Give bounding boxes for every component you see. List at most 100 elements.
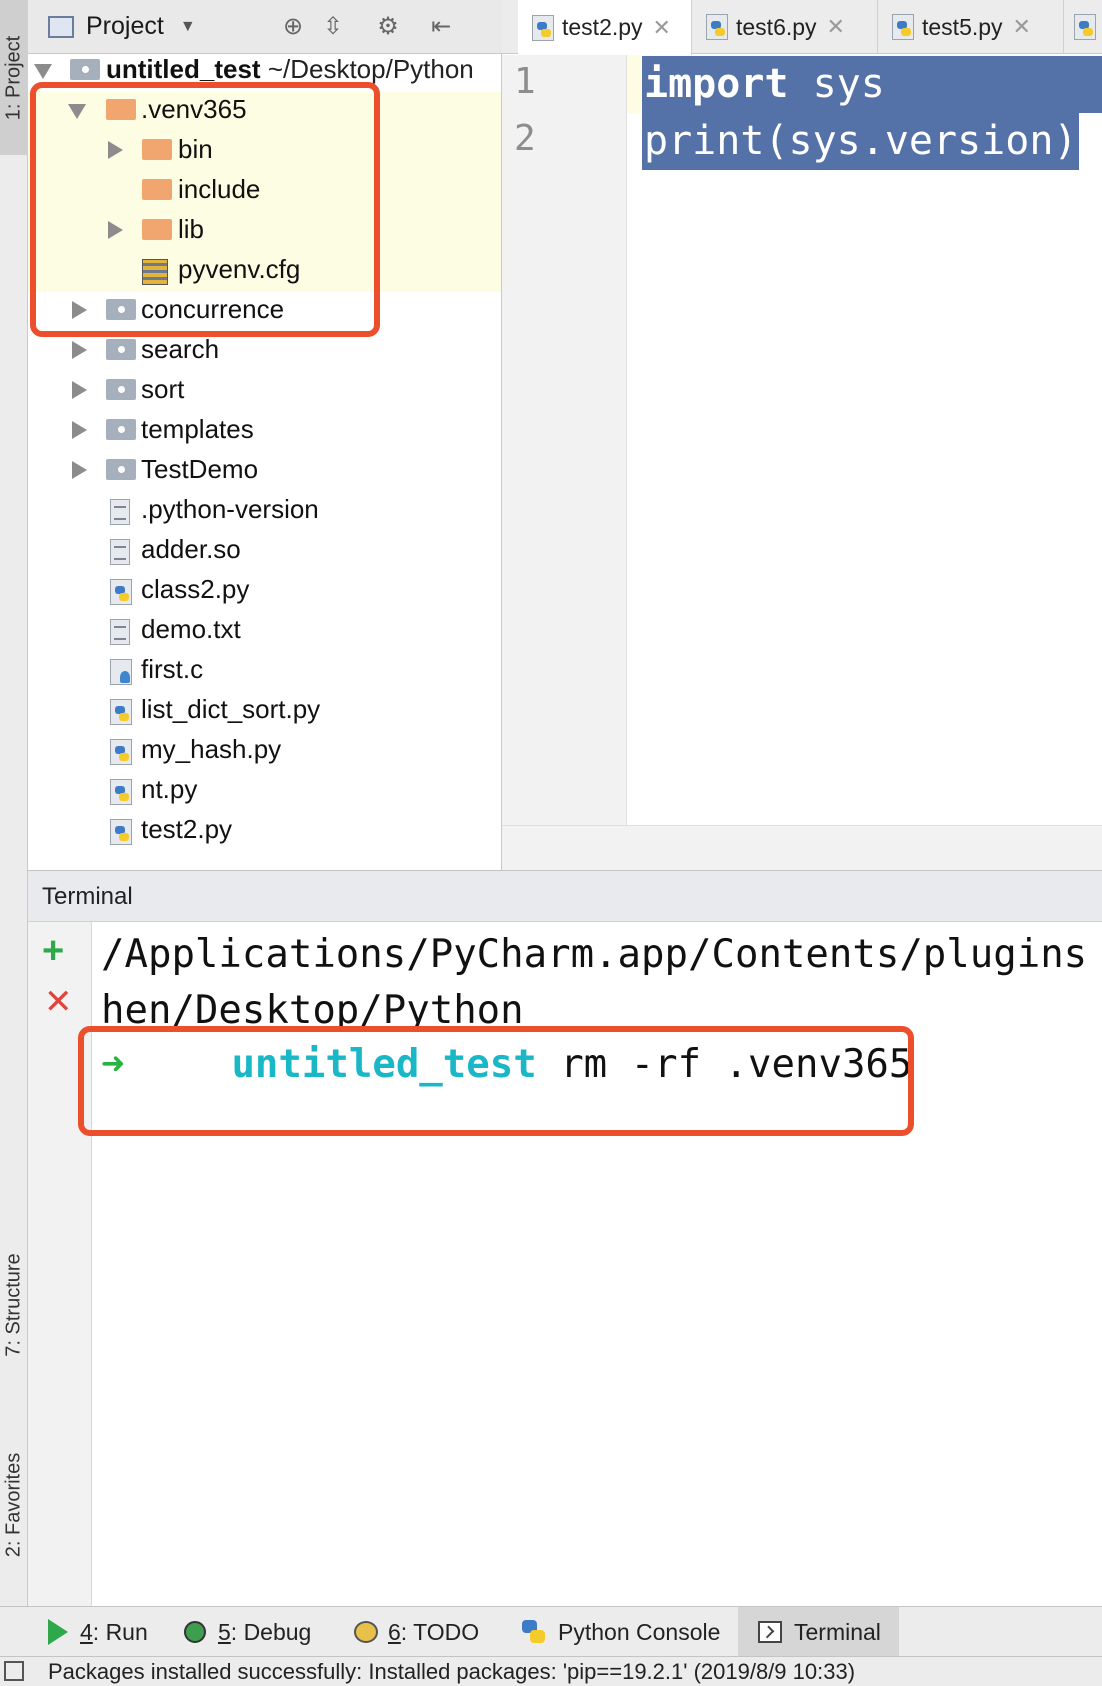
tree-item-label: .python-version bbox=[141, 494, 319, 524]
tree-item-label: demo.txt bbox=[141, 614, 241, 644]
project-view-icon bbox=[48, 15, 74, 38]
terminal-line: /Applications/PyCharm.app/Contents/plugi… bbox=[101, 932, 1088, 977]
tree-item-label: templates bbox=[141, 414, 254, 444]
folder-icon bbox=[70, 59, 100, 80]
editor-tab-bar: test2.py ✕ test6.py ✕ test5.py ✕ bbox=[502, 0, 1102, 55]
run-label: : Run bbox=[92, 1618, 148, 1645]
code-line-2[interactable]: print(sys.version) bbox=[642, 113, 1080, 170]
terminal-title-bar: Terminal bbox=[28, 870, 1102, 922]
structure-tool-tab[interactable]: 7: Structure bbox=[0, 1225, 28, 1385]
tree-item-label: search bbox=[141, 334, 220, 364]
chevron-down-icon[interactable]: ▼ bbox=[180, 18, 196, 36]
collapse-all-icon[interactable]: ⇳ bbox=[318, 12, 348, 42]
toggle-tool-windows-icon[interactable] bbox=[4, 1661, 24, 1681]
debug-tool-button[interactable]: 5: Debug bbox=[184, 1607, 311, 1657]
python-console-tool-button[interactable]: Python Console bbox=[522, 1607, 720, 1657]
python-console-label: Python Console bbox=[558, 1618, 721, 1645]
left-tool-stripe: 1: Project 7: Structure 2: Favorites bbox=[0, 0, 28, 1606]
tab-overflow[interactable] bbox=[1064, 0, 1102, 54]
todo-mnemonic: 6 bbox=[388, 1618, 401, 1645]
tree-item-python-version[interactable]: .python-version bbox=[28, 490, 501, 530]
todo-icon bbox=[354, 1621, 378, 1643]
bug-icon bbox=[184, 1621, 206, 1643]
root-name: untitled_test bbox=[106, 54, 261, 84]
package-folder-icon bbox=[106, 459, 136, 480]
project-tool-tab[interactable]: 1: Project bbox=[0, 0, 28, 155]
python-file-icon bbox=[110, 579, 132, 605]
tree-item-nt-py[interactable]: nt.py bbox=[28, 770, 501, 810]
run-tool-button[interactable]: 4: Run bbox=[48, 1607, 148, 1657]
python-file-icon bbox=[110, 699, 132, 725]
favorites-tool-tab-label: 2: Favorites bbox=[2, 1452, 25, 1558]
tree-item-sort[interactable]: sort bbox=[28, 370, 501, 410]
tree-item-label: my_hash.py bbox=[141, 734, 282, 764]
text-file-icon bbox=[110, 539, 130, 565]
gear-icon[interactable]: ⚙ bbox=[373, 12, 403, 42]
python-file-icon bbox=[110, 739, 132, 765]
tree-item-my-hash-py[interactable]: my_hash.py bbox=[28, 730, 501, 770]
locate-file-icon[interactable]: ⊕ bbox=[278, 12, 308, 42]
status-message[interactable]: Packages installed successfully: Install… bbox=[48, 1659, 855, 1685]
code-text: sys bbox=[788, 61, 885, 107]
project-panel-header: Project ▼ ⊕ ⇳ ⚙ ⇤ bbox=[28, 0, 502, 54]
terminal-output[interactable]: /Applications/PyCharm.app/Contents/plugi… bbox=[93, 922, 1102, 1606]
close-icon[interactable]: ✕ bbox=[827, 14, 845, 40]
hide-panel-icon[interactable]: ⇤ bbox=[426, 12, 456, 42]
tree-item-label: sort bbox=[141, 374, 185, 404]
tree-item-label: TestDemo bbox=[141, 454, 259, 484]
favorites-tool-tab[interactable]: 2: Favorites bbox=[0, 1420, 28, 1590]
python-file-icon bbox=[110, 819, 132, 845]
run-icon bbox=[48, 1619, 68, 1645]
code-line-1[interactable]: import sys bbox=[642, 56, 1102, 113]
bottom-tool-bar: 4: Run 5: Debug 6: TODO Python Console T… bbox=[0, 1606, 1102, 1657]
tree-item-adder-so[interactable]: adder.so bbox=[28, 530, 501, 570]
collapse-arrow-icon[interactable] bbox=[72, 381, 87, 399]
structure-tool-tab-label: 7: Structure bbox=[2, 1253, 25, 1357]
close-icon[interactable]: ✕ bbox=[653, 15, 671, 41]
tree-item-first-c[interactable]: first.c bbox=[28, 650, 501, 690]
expand-arrow-icon[interactable] bbox=[34, 64, 52, 79]
close-icon[interactable]: ✕ bbox=[1013, 14, 1031, 40]
tab-test6-py[interactable]: test6.py ✕ bbox=[692, 0, 878, 54]
tree-item-class2-py[interactable]: class2.py bbox=[28, 570, 501, 610]
code-text: print(sys.version) bbox=[644, 118, 1078, 164]
collapse-arrow-icon[interactable] bbox=[72, 341, 87, 359]
code-editor[interactable]: 1 2 import sys print(sys.version) bbox=[502, 55, 1102, 870]
tree-item-templates[interactable]: templates bbox=[28, 410, 501, 450]
tree-item-label: first.c bbox=[141, 654, 204, 684]
package-folder-icon bbox=[106, 419, 136, 440]
tree-item-testdemo[interactable]: TestDemo bbox=[28, 450, 501, 490]
python-icon bbox=[522, 1620, 546, 1644]
tree-item-label: adder.so bbox=[141, 534, 241, 564]
tab-label: test2.py bbox=[562, 14, 643, 40]
close-icon[interactable]: ✕ bbox=[44, 982, 73, 1022]
python-file-icon bbox=[1074, 14, 1096, 40]
terminal-tool-button[interactable]: Terminal bbox=[738, 1607, 899, 1657]
tree-item-label: nt.py bbox=[141, 774, 198, 804]
terminal-tool-label: Terminal bbox=[794, 1618, 881, 1645]
python-file-icon bbox=[532, 14, 554, 41]
collapse-arrow-icon[interactable] bbox=[72, 461, 87, 479]
python-file-icon bbox=[892, 14, 914, 40]
command-highlight-box bbox=[78, 1026, 914, 1136]
debug-mnemonic: 5 bbox=[218, 1618, 231, 1645]
project-view-selector[interactable]: Project bbox=[86, 12, 164, 41]
editor-breadcrumb-bar bbox=[502, 825, 1102, 870]
tree-item-test2-py[interactable]: test2.py bbox=[28, 810, 501, 850]
plus-icon[interactable]: + bbox=[42, 930, 64, 973]
collapse-arrow-icon[interactable] bbox=[72, 421, 87, 439]
line-number: 1 bbox=[514, 61, 536, 102]
tab-label: test5.py bbox=[922, 13, 1003, 40]
tab-test2-py[interactable]: test2.py ✕ bbox=[518, 0, 692, 55]
todo-tool-button[interactable]: 6: TODO bbox=[354, 1607, 479, 1657]
tree-item-list-dict-sort-py[interactable]: list_dict_sort.py bbox=[28, 690, 501, 730]
tab-test5-py[interactable]: test5.py ✕ bbox=[878, 0, 1064, 54]
terminal-side-toolbar: + ✕ bbox=[28, 922, 92, 1606]
package-folder-icon bbox=[106, 379, 136, 400]
text-file-icon bbox=[110, 499, 130, 525]
tree-item-demo-txt[interactable]: demo.txt bbox=[28, 610, 501, 650]
venv-highlight-box bbox=[30, 82, 380, 337]
python-file-icon bbox=[110, 779, 132, 805]
project-tool-tab-label: 1: Project bbox=[2, 35, 25, 120]
text-file-icon bbox=[110, 619, 130, 645]
